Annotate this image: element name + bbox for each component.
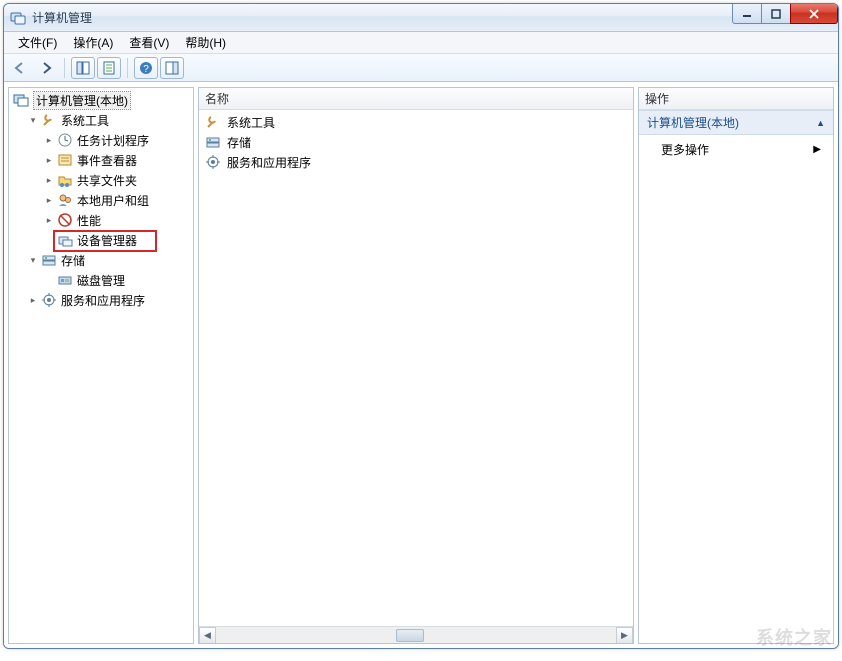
content-area: 计算机管理(本地) ▾ 系统工具 ▸ 任务计划程序 [4,82,838,648]
tree-shared-folders[interactable]: ▸ 共享文件夹 [9,170,193,190]
svg-text:?: ? [143,64,149,75]
tree-system-tools[interactable]: ▾ 系统工具 [9,110,193,130]
list-item-services[interactable]: 服务和应用程序 [199,152,633,172]
services-icon [205,154,221,170]
tree-view[interactable]: 计算机管理(本地) ▾ 系统工具 ▸ 任务计划程序 [9,88,193,643]
tree-event-viewer[interactable]: ▸ 事件查看器 [9,150,193,170]
menu-file[interactable]: 文件(F) [10,32,65,53]
actions-more[interactable]: 更多操作 ▶ [639,135,833,164]
scroll-thumb[interactable] [396,629,424,642]
scroll-track[interactable] [216,628,616,643]
performance-icon [57,212,73,228]
expand-icon[interactable]: ▸ [43,214,55,226]
services-icon [41,292,57,308]
list-item-storage[interactable]: 存储 [199,132,633,152]
window-title: 计算机管理 [32,9,92,26]
storage-icon [41,252,57,268]
tree-task-scheduler[interactable]: ▸ 任务计划程序 [9,130,193,150]
menu-action[interactable]: 操作(A) [65,32,121,53]
submenu-arrow-icon: ▶ [813,144,821,155]
no-expand-icon [43,274,55,286]
actions-header: 操作 [639,88,833,110]
list-view[interactable]: 系统工具 存储 服务和应用程序 [199,110,633,626]
clock-icon [57,132,73,148]
horizontal-scrollbar[interactable]: ◀ ▶ [199,626,633,643]
help-button[interactable]: ? [134,57,158,79]
scroll-left-button[interactable]: ◀ [199,627,216,644]
app-icon [10,10,26,26]
tree-label: 本地用户和组 [77,192,149,209]
toolbar: ? [4,54,838,82]
actions-pane: 操作 计算机管理(本地) ▲ 更多操作 ▶ [638,87,834,644]
device-manager-icon [57,232,73,248]
tree-device-manager[interactable]: 设备管理器 [9,230,193,250]
expand-icon[interactable]: ▸ [43,134,55,146]
menu-bar: 文件(F) 操作(A) 查看(V) 帮助(H) [4,32,838,54]
tools-icon [205,114,221,130]
collapse-icon[interactable]: ▾ [27,254,39,266]
properties-button[interactable] [97,57,121,79]
back-button[interactable] [8,57,32,79]
users-icon [57,192,73,208]
window-controls [733,4,838,24]
tree-label: 共享文件夹 [77,172,137,189]
tree-root[interactable]: 计算机管理(本地) [9,90,193,110]
tree-disk-management[interactable]: 磁盘管理 [9,270,193,290]
tree-label: 系统工具 [61,112,109,129]
disk-icon [57,272,73,288]
tree-label: 磁盘管理 [77,272,125,289]
column-header-name[interactable]: 名称 [199,88,633,110]
tree-label: 事件查看器 [77,152,137,169]
navigation-pane: 计算机管理(本地) ▾ 系统工具 ▸ 任务计划程序 [8,87,194,644]
toolbar-separator [127,58,128,78]
title-bar: 计算机管理 [4,4,838,32]
actions-more-label: 更多操作 [661,141,709,158]
show-action-pane-button[interactable] [160,57,184,79]
event-icon [57,152,73,168]
tree-performance[interactable]: ▸ 性能 [9,210,193,230]
tree-storage[interactable]: ▾ 存储 [9,250,193,270]
no-expand-icon [43,234,55,246]
tree-label: 性能 [77,212,101,229]
actions-context-label: 计算机管理(本地) [647,114,739,131]
collapse-icon[interactable]: ▾ [27,114,39,126]
expand-icon[interactable]: ▸ [43,194,55,206]
minimize-button[interactable] [732,4,762,24]
expand-icon[interactable]: ▸ [43,174,55,186]
column-header-label: 名称 [205,90,229,107]
tree-local-users[interactable]: ▸ 本地用户和组 [9,190,193,210]
details-pane: 名称 系统工具 存储 [198,87,634,644]
maximize-button[interactable] [761,4,791,24]
close-button[interactable] [790,4,838,24]
collapse-up-icon[interactable]: ▲ [816,118,825,128]
list-item-label: 服务和应用程序 [227,154,311,171]
menu-help[interactable]: 帮助(H) [177,32,234,53]
actions-header-label: 操作 [645,90,669,107]
actions-context[interactable]: 计算机管理(本地) ▲ [639,110,833,135]
expand-icon[interactable]: ▸ [43,154,55,166]
tools-icon [41,112,57,128]
list-item-system-tools[interactable]: 系统工具 [199,112,633,132]
computer-mgmt-icon [13,92,29,108]
shared-folder-icon [57,172,73,188]
tree-label: 任务计划程序 [77,132,149,149]
menu-view[interactable]: 查看(V) [121,32,177,53]
window-frame: 计算机管理 文件(F) 操作(A) 查看(V) 帮助(H) [3,3,839,649]
tree-services-apps[interactable]: ▸ 服务和应用程序 [9,290,193,310]
scroll-right-button[interactable]: ▶ [616,627,633,644]
storage-icon [205,134,221,150]
list-item-label: 系统工具 [227,114,275,131]
toolbar-separator [64,58,65,78]
forward-button[interactable] [34,57,58,79]
tree-root-label: 计算机管理(本地) [36,94,128,108]
list-item-label: 存储 [227,134,251,151]
tree-label: 存储 [61,252,85,269]
tree-label: 服务和应用程序 [61,292,145,309]
show-hide-tree-button[interactable] [71,57,95,79]
expand-icon[interactable]: ▸ [27,294,39,306]
tree-label: 设备管理器 [77,232,137,249]
